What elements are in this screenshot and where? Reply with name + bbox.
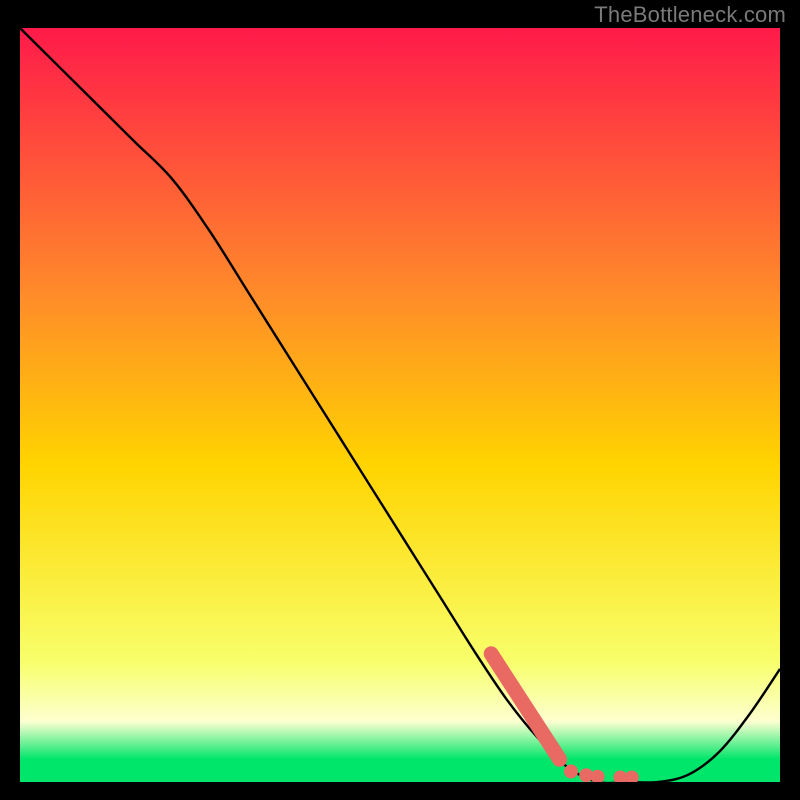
bottleneck-chart bbox=[20, 28, 780, 782]
chart-frame: TheBottleneck.com bbox=[0, 0, 800, 800]
highlight-dot bbox=[564, 764, 578, 778]
watermark-text: TheBottleneck.com bbox=[594, 2, 786, 28]
plot-area bbox=[20, 28, 780, 782]
